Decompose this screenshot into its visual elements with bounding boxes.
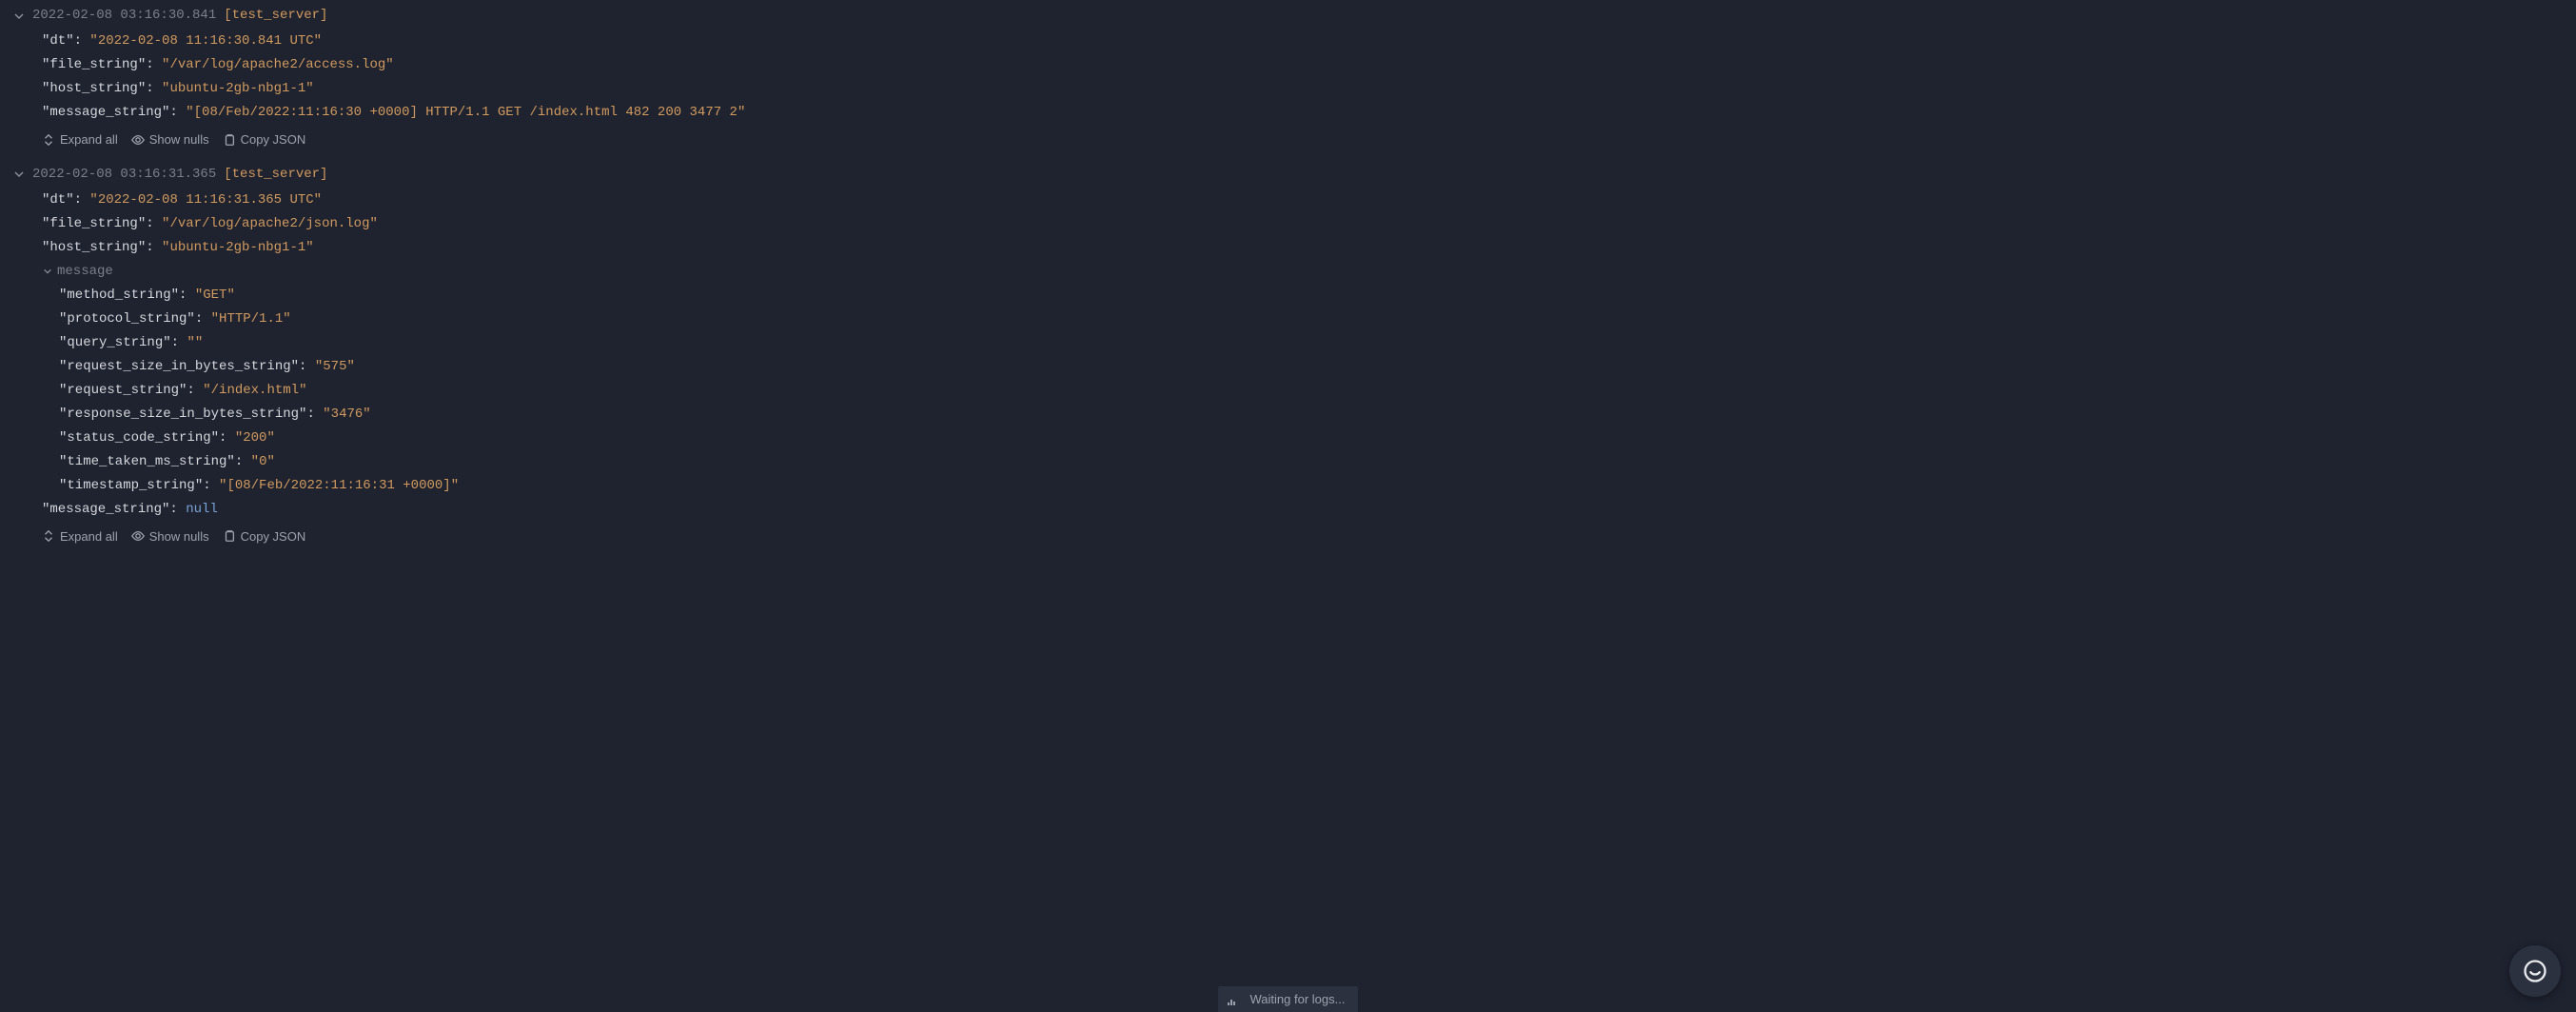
eye-icon xyxy=(131,529,145,543)
action-label: Copy JSON xyxy=(241,130,306,149)
json-field-row: "timestamp_string": "[08/Feb/2022:11:16:… xyxy=(59,474,2576,498)
json-value: ubuntu-2gb-nbg1-1 xyxy=(169,240,305,255)
json-field-row: "host_string": "ubuntu-2gb-nbg1-1" xyxy=(42,77,2576,101)
show-nulls-button[interactable]: Show nulls xyxy=(131,527,209,546)
json-field-row: "host_string": "ubuntu-2gb-nbg1-1" xyxy=(42,236,2576,260)
status-bar: Waiting for logs... xyxy=(1218,986,1359,1012)
show-nulls-button[interactable]: Show nulls xyxy=(131,130,209,149)
log-body: "dt": "2022-02-08 11:16:31.365 UTC" "fil… xyxy=(0,189,2576,548)
json-value: null xyxy=(186,502,218,517)
chat-support-button[interactable] xyxy=(2509,945,2561,997)
json-value: GET xyxy=(203,288,226,303)
action-label: Expand all xyxy=(60,130,118,149)
chat-icon xyxy=(2522,958,2548,984)
chevron-down-icon xyxy=(42,267,53,276)
nested-field-toggle[interactable]: message xyxy=(42,260,2576,284)
json-field-row: "file_string": "/var/log/apache2/access.… xyxy=(42,53,2576,77)
json-value: 0 xyxy=(259,454,266,469)
json-value: 3476 xyxy=(331,407,364,422)
json-field-row: "query_string": "" xyxy=(59,331,2576,355)
log-timestamp: 2022-02-08 03:16:30.841 xyxy=(32,6,216,26)
log-entry-header[interactable]: 2022-02-08 03:16:31.365 [test_server] xyxy=(0,161,2576,189)
action-label: Show nulls xyxy=(149,527,209,546)
clipboard-icon xyxy=(223,133,236,147)
log-entry: 2022-02-08 03:16:30.841 [test_server] "d… xyxy=(0,0,2576,159)
nested-key-label: message xyxy=(57,262,113,282)
action-label: Copy JSON xyxy=(241,527,306,546)
log-entry-header[interactable]: 2022-02-08 03:16:30.841 [test_server] xyxy=(0,2,2576,30)
chevron-down-icon xyxy=(13,10,25,22)
json-field-row: "message_string": null xyxy=(42,498,2576,522)
json-value: /var/log/apache2/access.log xyxy=(169,57,385,72)
json-field-row: "time_taken_ms_string": "0" xyxy=(59,450,2576,474)
json-field-row: "file_string": "/var/log/apache2/json.lo… xyxy=(42,212,2576,236)
log-actions: Expand all Show nulls Copy JSON xyxy=(42,125,2576,151)
log-timestamp: 2022-02-08 03:16:31.365 xyxy=(32,165,216,185)
nested-body: "method_string": "GET" "protocol_string"… xyxy=(42,284,2576,498)
json-field-row: "protocol_string": "HTTP/1.1" xyxy=(59,308,2576,331)
json-field-row: "dt": "2022-02-08 11:16:31.365 UTC" xyxy=(42,189,2576,212)
json-field-row: "message_string": "[08/Feb/2022:11:16:30… xyxy=(42,101,2576,125)
json-value: 575 xyxy=(323,359,346,374)
eye-icon xyxy=(131,133,145,147)
json-field-row: "dt": "2022-02-08 11:16:30.841 UTC" xyxy=(42,30,2576,53)
clipboard-icon xyxy=(223,529,236,543)
json-field-row: "response_size_in_bytes_string": "3476" xyxy=(59,403,2576,427)
json-field-row: "status_code_string": "200" xyxy=(59,427,2576,450)
expand-all-button[interactable]: Expand all xyxy=(42,527,118,546)
expand-icon xyxy=(42,529,55,543)
log-actions: Expand all Show nulls Copy JSON xyxy=(42,522,2576,548)
json-value: ubuntu-2gb-nbg1-1 xyxy=(169,81,305,96)
json-field-row: "request_string": "/index.html" xyxy=(59,379,2576,403)
copy-json-button[interactable]: Copy JSON xyxy=(223,130,306,149)
json-value: [08/Feb/2022:11:16:30 +0000] HTTP/1.1 GE… xyxy=(194,105,737,120)
log-source-tag: [test_server] xyxy=(224,6,327,26)
status-text: Waiting for logs... xyxy=(1250,990,1346,1009)
json-value: /var/log/apache2/json.log xyxy=(169,216,369,231)
json-field-row: "method_string": "GET" xyxy=(59,284,2576,308)
json-value: [08/Feb/2022:11:16:31 +0000] xyxy=(226,478,450,493)
json-value: HTTP/1.1 xyxy=(219,311,283,327)
json-value: 2022-02-08 11:16:31.365 UTC xyxy=(98,192,314,208)
action-label: Show nulls xyxy=(149,130,209,149)
log-entry: 2022-02-08 03:16:31.365 [test_server] "d… xyxy=(0,159,2576,556)
log-source-tag: [test_server] xyxy=(224,165,327,185)
expand-icon xyxy=(42,133,55,147)
json-value: 200 xyxy=(243,430,266,446)
json-field-row: "request_size_in_bytes_string": "575" xyxy=(59,355,2576,379)
json-value: /index.html xyxy=(211,383,299,398)
action-label: Expand all xyxy=(60,527,118,546)
loading-spinner-icon xyxy=(1228,992,1241,1005)
chevron-down-icon xyxy=(13,169,25,180)
expand-all-button[interactable]: Expand all xyxy=(42,130,118,149)
copy-json-button[interactable]: Copy JSON xyxy=(223,527,306,546)
log-body: "dt": "2022-02-08 11:16:30.841 UTC" "fil… xyxy=(0,30,2576,151)
json-value: 2022-02-08 11:16:30.841 UTC xyxy=(98,33,314,49)
